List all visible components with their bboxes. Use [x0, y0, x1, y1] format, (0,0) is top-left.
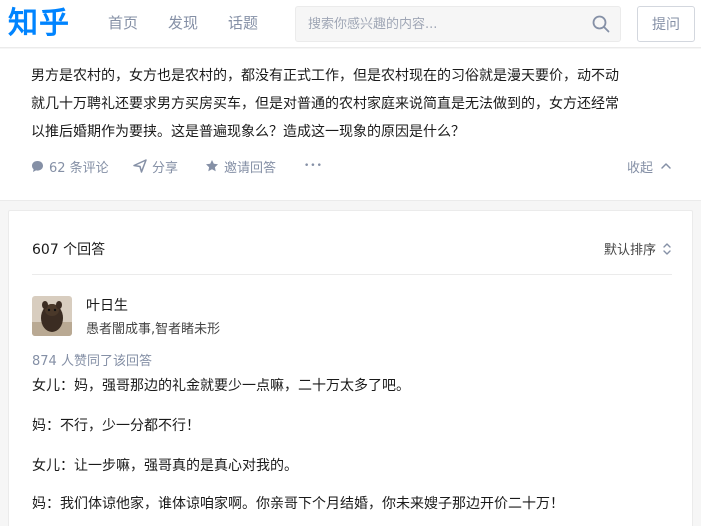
vote-count: 874 人赞同了该回答	[32, 354, 152, 369]
nav-topics-link[interactable]: 话题	[228, 13, 258, 33]
sort-arrows-icon	[663, 242, 671, 255]
answer-paragraph: 女儿：让一步嘛，强哥真的是真心对我的。	[32, 458, 298, 474]
more-options-button[interactable]: •••	[304, 154, 323, 178]
top-navigation-bar: 知乎 首页 发现 话题 提问	[0, 0, 701, 48]
star-icon	[206, 160, 218, 172]
divider	[32, 274, 672, 275]
search-icon[interactable]	[592, 15, 610, 33]
author-bio: 愚者闇成事,智者睹未形	[86, 322, 221, 337]
invite-answer-button[interactable]: 邀请回答	[205, 154, 276, 178]
author-name[interactable]: 叶日生	[86, 295, 128, 315]
author-avatar[interactable]	[32, 296, 72, 336]
search-input[interactable]	[308, 7, 578, 41]
question-detail: 男方是农村的，女方也是农村的，都没有正式工作，但是农村现在的习俗就是漫天要价，动…	[31, 62, 671, 146]
share-button[interactable]: 分享	[133, 154, 178, 178]
nav-discover-link[interactable]: 发现	[168, 13, 198, 33]
share-icon	[133, 159, 147, 173]
answers-card: 607 个回答 默认排序 叶日生 愚者闇成事,智者睹未形 874 人赞同了该回答…	[8, 210, 693, 526]
comments-button[interactable]: 62 条评论	[31, 154, 109, 178]
answer-count: 607 个回答	[32, 242, 106, 258]
sort-label: 默认排序	[603, 243, 656, 258]
collapse-label: 收起	[627, 160, 654, 176]
share-label: 分享	[152, 160, 179, 176]
answer-paragraph: 女儿：妈，强哥那边的礼金就要少一点嘛，二十万太多了吧。	[32, 378, 410, 394]
question-line: 男方是农村的，女方也是农村的，都没有正式工作，但是农村现在的习俗就是漫天要价，动…	[31, 68, 619, 84]
ask-question-button[interactable]: 提问	[637, 6, 695, 42]
invite-label: 邀请回答	[224, 160, 277, 176]
nav-home-link[interactable]: 首页	[108, 13, 138, 33]
question-actions: 62 条评论 分享 邀请回答 ••• 收起	[31, 154, 681, 178]
zhihu-logo[interactable]: 知乎	[8, 6, 70, 42]
question-line: 以推后婚期作为要挟。这是普遍现象么？造成这一现象的原因是什么？	[31, 124, 465, 140]
answer-paragraph: 妈：我们体谅他家，谁体谅咱家啊。你亲哥下个月结婚，你未来嫂子那边开价二十万！	[32, 496, 564, 512]
search-box	[295, 6, 621, 42]
chevron-up-icon	[661, 163, 671, 169]
sort-dropdown[interactable]: 默认排序	[604, 239, 672, 258]
collapse-button[interactable]: 收起	[627, 154, 672, 178]
answer-paragraph: 妈：不行，少一分都不行！	[32, 418, 200, 434]
question-card: 男方是农村的，女方也是农村的，都没有正式工作，但是农村现在的习俗就是漫天要价，动…	[0, 49, 701, 201]
comments-label: 62 条评论	[49, 160, 109, 176]
question-line: 就几十万聘礼还要求男方买房买车，但是对普通的农村家庭来说简直是无法做到的，女方还…	[31, 96, 619, 112]
comment-icon	[32, 160, 43, 172]
